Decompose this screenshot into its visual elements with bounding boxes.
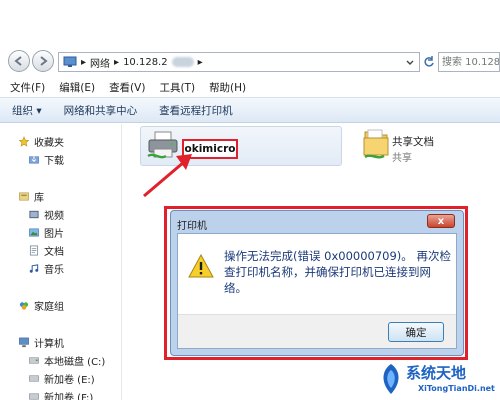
- menu-help[interactable]: 帮助(H): [209, 80, 246, 95]
- watermark-text: 系统天地: [406, 364, 467, 382]
- video-icon: [29, 210, 39, 219]
- forward-button[interactable]: [32, 50, 54, 72]
- nav-label: 计算机: [34, 339, 64, 350]
- nav-item-homegroup[interactable]: 家庭组: [18, 298, 64, 313]
- back-arrow-icon: [14, 56, 22, 66]
- watermark-url: XiTongTianDi.net: [418, 384, 495, 393]
- shared-folder-subtitle: 共享: [392, 153, 412, 164]
- search-box[interactable]: [438, 52, 500, 72]
- nav-item-local-disk[interactable]: 本地磁盘 (C:): [28, 353, 105, 368]
- dialog-close-button[interactable]: x: [427, 214, 455, 228]
- menu-tools[interactable]: 工具(T): [159, 80, 195, 95]
- command-bar: 组织 ▾ 网络和共享中心 查看远程打印机: [0, 97, 500, 123]
- watermark-logo-icon: [383, 364, 399, 394]
- disk-icon: [29, 375, 39, 382]
- menu-edit[interactable]: 编辑(E): [59, 80, 95, 95]
- menu-file[interactable]: 文件(F): [10, 80, 45, 95]
- nav-item-pictures[interactable]: 图片: [28, 225, 64, 240]
- nav-label: 音乐: [44, 265, 64, 276]
- network-center-button[interactable]: 网络和共享中心: [64, 103, 138, 118]
- nav-item-volume-e[interactable]: 新加卷 (E:): [28, 371, 95, 386]
- nav-label: 文档: [44, 247, 64, 258]
- address-bar[interactable]: ▸ 网络 ▸ 10.128.2 ▸: [58, 52, 420, 72]
- nav-label: 收藏夹: [34, 138, 64, 149]
- error-dialog: 打印机 x 操作无法完成(错误 0x00000709)。 再次检查打印机名称，并…: [170, 210, 464, 356]
- organize-button[interactable]: 组织 ▾: [12, 103, 42, 118]
- refresh-button[interactable]: [422, 52, 436, 72]
- nav-item-videos[interactable]: 视频: [28, 207, 64, 222]
- forward-arrow-icon: [40, 56, 48, 66]
- library-icon: [19, 192, 29, 201]
- annotation-arrow-icon: [143, 154, 192, 198]
- dialog-body: 操作无法完成(错误 0x00000709)。 再次检查打印机名称，并确保打印机已…: [177, 233, 457, 349]
- shared-folder-name[interactable]: 共享文档: [392, 134, 434, 149]
- dialog-message: 操作无法完成(错误 0x00000709)。 再次检查打印机名称，并确保打印机已…: [224, 249, 451, 295]
- view-printers-button[interactable]: 查看远程打印机: [159, 103, 233, 118]
- menu-view[interactable]: 查看(V): [109, 80, 145, 95]
- top-area: [0, 0, 500, 26]
- dialog-title: 打印机: [177, 221, 207, 232]
- nav-item-volume-f[interactable]: 新加卷 (F:): [28, 389, 93, 400]
- nav-item-libraries[interactable]: 库: [18, 189, 44, 204]
- refresh-icon: [424, 56, 434, 67]
- document-icon: [29, 245, 39, 256]
- nav-label: 下载: [44, 156, 64, 167]
- nav-label: 新加卷 (E:): [44, 375, 95, 386]
- computer-icon: [19, 337, 29, 348]
- chevron-down-icon[interactable]: [405, 56, 415, 68]
- disk-icon: [29, 357, 39, 364]
- warning-icon: [188, 254, 214, 278]
- back-button[interactable]: [8, 50, 30, 72]
- nav-item-downloads[interactable]: 下载: [28, 152, 64, 167]
- address-segment-host[interactable]: 10.128.2: [123, 57, 168, 68]
- address-redaction: [171, 57, 194, 67]
- nav-label: 家庭组: [34, 302, 64, 313]
- shared-folder-icon: [363, 129, 389, 159]
- download-folder-icon: [29, 155, 39, 164]
- nav-item-documents[interactable]: 文档: [28, 243, 64, 258]
- nav-item-computer[interactable]: 计算机: [18, 335, 64, 350]
- dialog-footer: 确定: [178, 314, 456, 348]
- nav-item-music[interactable]: 音乐: [28, 261, 64, 276]
- nav-label: 视频: [44, 211, 64, 222]
- nav-item-favorites[interactable]: 收藏夹: [18, 134, 64, 149]
- disk-icon: [29, 393, 39, 400]
- nav-label: 新加卷 (F:): [44, 393, 94, 400]
- star-icon: [18, 136, 30, 147]
- address-separator-icon: ▸: [81, 56, 87, 68]
- nav-label: 图片: [44, 229, 64, 240]
- music-icon: [29, 264, 39, 273]
- address-segment-network[interactable]: 网络: [90, 55, 110, 70]
- picture-icon: [29, 228, 39, 237]
- search-input[interactable]: [439, 53, 499, 71]
- menu-bar: 文件(F) 编辑(E) 查看(V) 工具(T) 帮助(H): [0, 77, 500, 97]
- nav-label: 本地磁盘 (C:): [44, 357, 106, 368]
- homegroup-icon: [19, 302, 29, 310]
- ok-button[interactable]: 确定: [388, 322, 444, 342]
- nav-label: 库: [34, 193, 44, 204]
- address-separator-icon: ▸: [114, 56, 120, 68]
- address-separator-icon: ▸: [197, 56, 203, 68]
- network-folder-icon: [63, 56, 77, 67]
